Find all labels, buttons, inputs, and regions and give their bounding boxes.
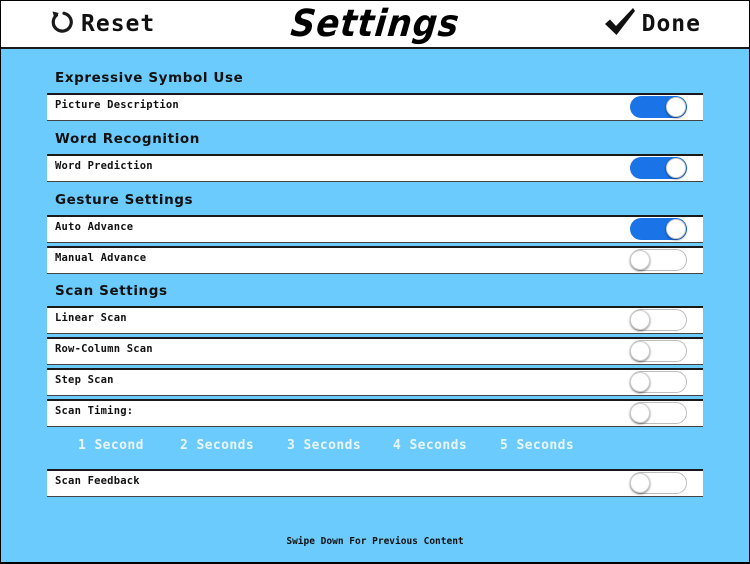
checkmark-icon xyxy=(604,7,636,41)
setting-row-row-column-scan: Row-Column Scan xyxy=(47,337,703,365)
setting-row-auto-advance: Auto Advance xyxy=(47,215,703,243)
refresh-icon xyxy=(49,9,75,39)
toggle-knob xyxy=(630,403,650,423)
done-button[interactable]: Done xyxy=(604,1,701,47)
swipe-hint: Swipe Down For Previous Content xyxy=(286,536,464,547)
picture-description-toggle[interactable] xyxy=(630,96,687,118)
setting-row-linear-scan: Linear Scan xyxy=(47,306,703,334)
setting-label: Picture Description xyxy=(55,99,179,111)
setting-row-scan-timing: Scan Timing: xyxy=(47,399,703,427)
setting-label: Row-Column Scan xyxy=(55,343,153,355)
toggle-knob xyxy=(630,372,650,392)
toggle-knob xyxy=(630,473,650,493)
manual-advance-toggle[interactable] xyxy=(630,249,687,271)
toggle-knob xyxy=(630,250,650,270)
section-header-expressive-symbol-use: Expressive Symbol Use xyxy=(55,70,244,86)
step-scan-toggle[interactable] xyxy=(630,371,687,393)
setting-label: Scan Feedback xyxy=(55,475,140,487)
toggle-knob xyxy=(666,158,686,178)
auto-advance-toggle[interactable] xyxy=(630,218,687,240)
setting-row-picture-description: Picture Description xyxy=(47,93,703,121)
done-label: Done xyxy=(641,11,701,37)
scan-timing-options: 1 Second 2 Seconds 3 Seconds 4 Seconds 5… xyxy=(1,438,749,454)
timing-option-2-seconds[interactable]: 2 Seconds xyxy=(180,438,254,453)
reset-button[interactable]: Reset xyxy=(49,1,155,47)
scan-feedback-toggle[interactable] xyxy=(630,472,687,494)
setting-label: Scan Timing: xyxy=(55,405,134,417)
setting-label: Manual Advance xyxy=(55,252,147,264)
timing-option-1-second[interactable]: 1 Second xyxy=(78,438,144,453)
timing-option-3-seconds[interactable]: 3 Seconds xyxy=(287,438,361,453)
setting-row-word-prediction: Word Prediction xyxy=(47,154,703,182)
setting-label: Auto Advance xyxy=(55,221,134,233)
setting-label: Step Scan xyxy=(55,374,114,386)
toggle-knob xyxy=(630,310,650,330)
setting-label: Word Prediction xyxy=(55,160,153,172)
row-column-scan-toggle[interactable] xyxy=(630,340,687,362)
section-header-scan-settings: Scan Settings xyxy=(55,283,168,299)
header-bar: Reset Settings Done xyxy=(1,1,749,49)
setting-label: Linear Scan xyxy=(55,312,127,324)
setting-row-scan-feedback: Scan Feedback xyxy=(47,469,703,497)
scan-timing-toggle[interactable] xyxy=(630,402,687,424)
linear-scan-toggle[interactable] xyxy=(630,309,687,331)
toggle-knob xyxy=(666,219,686,239)
setting-row-manual-advance: Manual Advance xyxy=(47,246,703,274)
word-prediction-toggle[interactable] xyxy=(630,157,687,179)
toggle-knob xyxy=(666,97,686,117)
settings-screen: Reset Settings Done Expressive Symbol Us… xyxy=(1,1,749,562)
toggle-knob xyxy=(630,341,650,361)
reset-label: Reset xyxy=(81,11,156,37)
timing-option-5-seconds[interactable]: 5 Seconds xyxy=(500,438,574,453)
section-header-gesture-settings: Gesture Settings xyxy=(55,192,194,208)
setting-row-step-scan: Step Scan xyxy=(47,368,703,396)
timing-option-4-seconds[interactable]: 4 Seconds xyxy=(393,438,467,453)
section-header-word-recognition: Word Recognition xyxy=(55,131,201,147)
